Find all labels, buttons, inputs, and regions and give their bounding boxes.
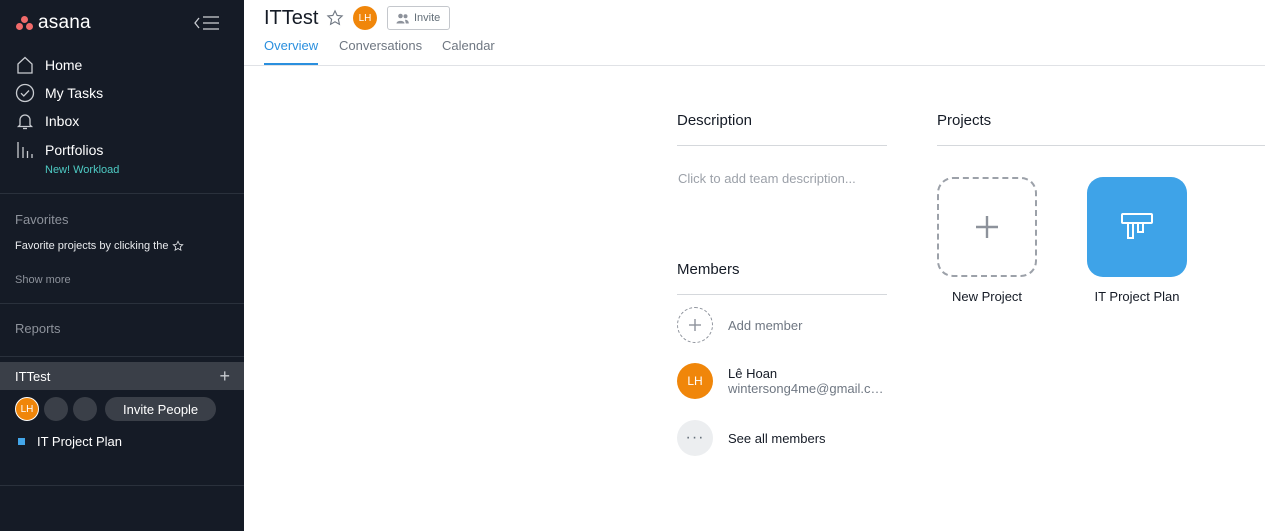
add-team-project-button[interactable]: + (219, 367, 230, 385)
tab-calendar[interactable]: Calendar (442, 38, 495, 65)
see-all-members-label: See all members (728, 430, 826, 446)
avatar[interactable]: LH (15, 397, 39, 421)
plus-icon (976, 216, 998, 238)
collapse-sidebar-button[interactable] (193, 12, 221, 34)
collapse-menu-icon (194, 16, 219, 30)
favorites-hint-text: Favorite projects by clicking the (15, 240, 169, 252)
add-member-label: Add member (728, 317, 803, 333)
sidebar-item-portfolios[interactable]: Portfolios (14, 138, 103, 162)
avatar: LH (677, 363, 713, 399)
check-circle-icon (14, 82, 36, 104)
avatar-placeholder (44, 397, 68, 421)
logo-text: asana (38, 12, 91, 33)
favorite-star-button[interactable] (326, 9, 344, 32)
star-icon (326, 9, 344, 26)
sidebar-item-label: Portfolios (45, 142, 104, 158)
board-icon (1121, 213, 1153, 239)
divider (0, 485, 244, 486)
tab-conversations[interactable]: Conversations (339, 38, 422, 65)
team-members: LH Invite People (15, 397, 217, 421)
bell-icon (14, 110, 36, 132)
team-description-field[interactable]: Click to add team description... (678, 171, 856, 186)
sidebar-project-it-project-plan[interactable]: IT Project Plan (18, 434, 122, 449)
sidebar-item-label: Home (45, 57, 83, 73)
asana-logo[interactable]: asana (16, 12, 91, 34)
sidebar-item-inbox[interactable]: Inbox (14, 109, 79, 133)
avatar-placeholder (73, 397, 97, 421)
divider (677, 294, 887, 295)
projects-title: Projects (937, 112, 992, 129)
page-title: ITTest (264, 7, 319, 29)
divider (0, 356, 244, 357)
favorites-hint: Favorite projects by clicking the (15, 240, 185, 252)
member-row[interactable]: LH Lê Hoan wintersong4me@gmail.com (677, 363, 888, 399)
description-title: Description (677, 112, 753, 129)
sidebar: asana Home My Tasks Inbox Portfolios New… (0, 0, 244, 531)
sidebar-item-reports[interactable]: Reports (15, 321, 61, 336)
invite-button[interactable]: Invite (387, 6, 451, 30)
new-project-label: New Project (951, 289, 1023, 304)
avatar[interactable]: LH (353, 6, 377, 30)
sidebar-item-my-tasks[interactable]: My Tasks (14, 81, 103, 105)
member-email: wintersong4me@gmail.com (728, 381, 888, 396)
divider (937, 145, 1265, 146)
favorites-title: Favorites (15, 212, 69, 227)
invite-people-button[interactable]: Invite People (105, 397, 217, 421)
asana-logo-icon (16, 15, 34, 31)
add-member-button[interactable]: Add member (677, 307, 802, 343)
see-all-members-button[interactable]: ··· See all members (677, 420, 826, 456)
team-name: ITTest (15, 368, 51, 384)
divider (677, 145, 887, 146)
project-label: IT Project Plan (37, 434, 123, 449)
team-row-ittest[interactable]: ITTest + (0, 362, 244, 390)
invite-label: Invite (414, 12, 441, 24)
star-icon (172, 240, 185, 251)
sidebar-item-home[interactable]: Home (14, 53, 82, 77)
sidebar-item-label: My Tasks (45, 85, 104, 101)
workload-link[interactable]: New! Workload (45, 164, 119, 176)
divider (0, 303, 244, 304)
members-title: Members (677, 261, 740, 278)
show-more-link[interactable]: Show more (15, 274, 71, 286)
plus-icon (677, 307, 713, 343)
member-name: Lê Hoan (728, 366, 778, 381)
tab-overview[interactable]: Overview (264, 38, 319, 65)
sidebar-item-label: Inbox (45, 113, 80, 129)
project-color-icon (18, 438, 25, 445)
project-tile-it-project-plan[interactable] (1087, 177, 1187, 277)
project-tile-label: IT Project Plan (1094, 289, 1180, 304)
more-icon: ··· (677, 420, 713, 456)
people-icon (396, 13, 409, 23)
new-project-button[interactable] (937, 177, 1037, 277)
divider (0, 193, 244, 194)
bar-chart-icon (14, 139, 36, 161)
page-header: ITTest LH Invite Overview Conversations … (244, 0, 1265, 66)
home-icon (14, 54, 36, 76)
